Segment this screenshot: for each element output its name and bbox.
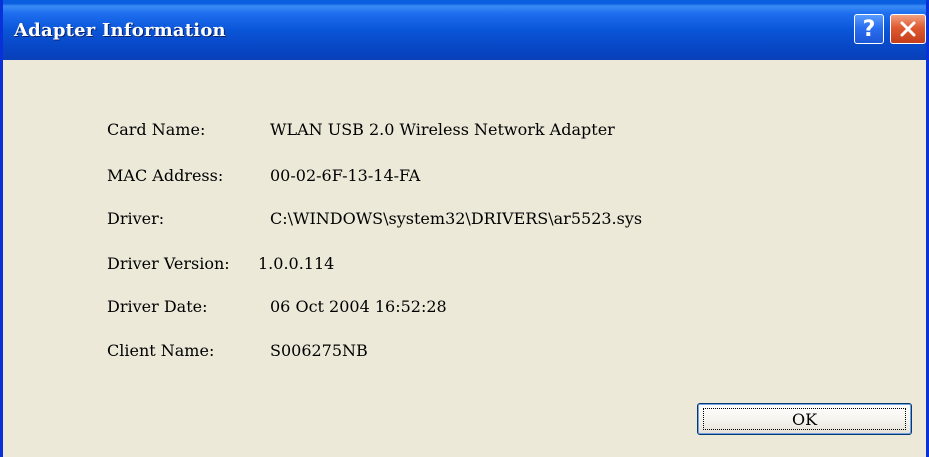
client-name-value: S006275NB <box>270 341 368 360</box>
close-icon <box>900 21 916 37</box>
client-name-label: Client Name: <box>107 341 215 360</box>
window-title: Adapter Information <box>14 20 226 41</box>
driver-value: C:\WINDOWS\system32\DRIVERS\ar5523.sys <box>270 209 643 228</box>
dialog-content: Card Name: WLAN USB 2.0 Wireless Network… <box>3 60 926 457</box>
mac-address-value: 00-02-6F-13-14-FA <box>270 166 421 185</box>
driver-date-label: Driver Date: <box>107 297 208 316</box>
ok-button-label: OK <box>703 408 906 430</box>
driver-date-value: 06 Oct 2004 16:52:28 <box>270 297 447 316</box>
close-button[interactable] <box>890 14 926 44</box>
mac-address-label: MAC Address: <box>107 166 224 185</box>
card-name-label: Card Name: <box>107 120 206 139</box>
help-button[interactable]: ? <box>854 14 884 44</box>
title-bar[interactable]: Adapter Information ? <box>3 0 926 60</box>
question-mark-icon: ? <box>862 16 876 42</box>
ok-button[interactable]: OK <box>697 403 912 435</box>
driver-version-label: Driver Version: <box>107 254 230 273</box>
card-name-value: WLAN USB 2.0 Wireless Network Adapter <box>270 120 615 139</box>
driver-version-value: 1.0.0.114 <box>258 254 335 273</box>
driver-label: Driver: <box>107 209 165 228</box>
adapter-information-dialog: Adapter Information ? Card Name: WLAN US… <box>0 0 929 457</box>
